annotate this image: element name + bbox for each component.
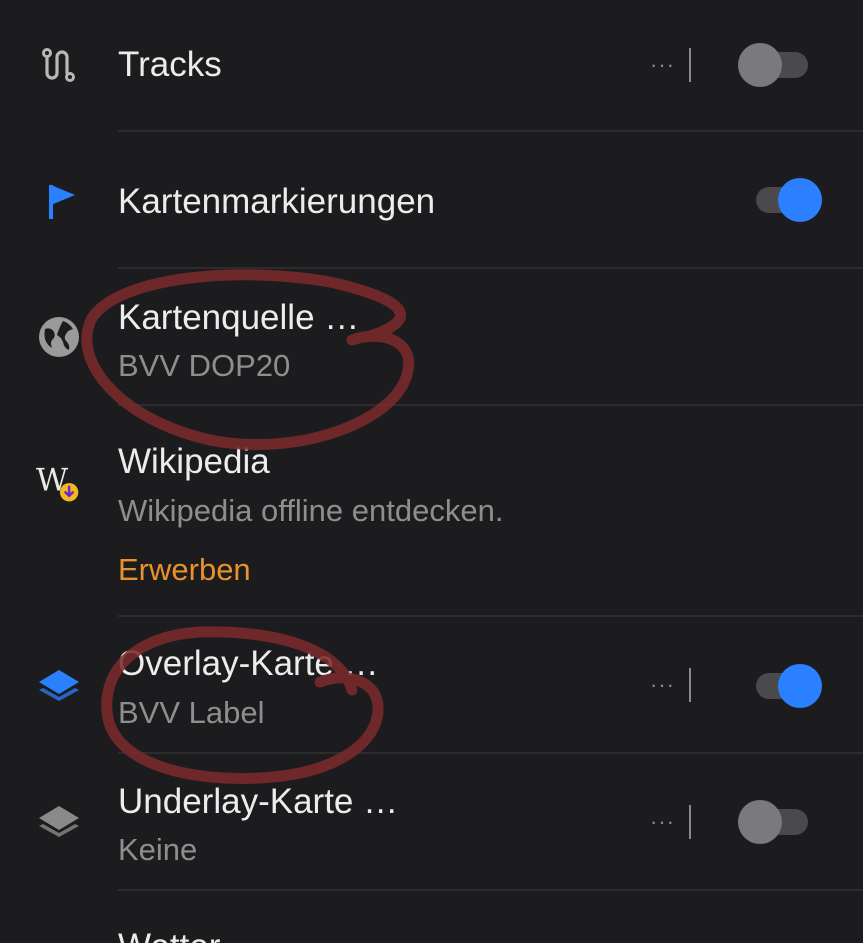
item-title: Tracks <box>118 45 222 84</box>
more-options-button[interactable]: ··· <box>650 802 696 842</box>
list-item-overlay-karte[interactable]: Overlay-Karte … BVV Label ··· <box>0 617 863 753</box>
item-title: Underlay-Karte … <box>118 782 399 821</box>
toggle-knob <box>778 664 822 708</box>
separator <box>688 805 691 839</box>
item-subtitle: Wikipedia offline entdecken. <box>118 493 504 528</box>
item-subtitle: BVV Label <box>118 695 265 730</box>
wikipedia-download-icon: W <box>36 461 82 507</box>
underlay-karte-toggle[interactable] <box>738 800 824 844</box>
more-options-button[interactable]: ··· <box>650 665 696 705</box>
separator <box>688 48 691 82</box>
item-title: Kartenquelle … <box>118 298 360 337</box>
tracks-toggle[interactable] <box>738 43 824 87</box>
item-title: Kartenmarkierungen <box>118 182 436 221</box>
separator <box>688 668 691 702</box>
globe-icon <box>36 314 82 360</box>
list-item-wetter[interactable]: Wetter <box>0 891 863 943</box>
kartenmarkierungen-toggle[interactable] <box>738 178 824 222</box>
item-subtitle: BVV DOP20 <box>118 348 291 383</box>
layers-overlay-icon <box>36 663 82 709</box>
erwerben-button[interactable]: Erwerben <box>118 554 251 585</box>
item-title: Wikipedia <box>118 442 270 481</box>
item-subtitle: Keine <box>118 832 198 867</box>
item-title: Overlay-Karte … <box>118 644 379 683</box>
list-item-kartenquelle[interactable]: Kartenquelle … BVV DOP20 <box>0 269 863 405</box>
item-title: Wetter <box>118 929 220 943</box>
more-options-button[interactable]: ··· <box>650 45 696 85</box>
more-dots-icon: ··· <box>650 672 675 697</box>
list-item-wikipedia[interactable]: W Wikipedia Wikipedia offline entdecken.… <box>0 406 863 616</box>
layers-underlay-icon <box>36 799 82 845</box>
list-item-underlay-karte[interactable]: Underlay-Karte … Keine ··· <box>0 754 863 890</box>
list-item-tracks[interactable]: Tracks ··· <box>0 0 863 132</box>
toggle-knob <box>738 800 782 844</box>
overlay-karte-toggle[interactable] <box>738 664 824 708</box>
toggle-knob <box>738 43 782 87</box>
toggle-knob <box>778 178 822 222</box>
more-dots-icon: ··· <box>650 52 675 77</box>
more-dots-icon: ··· <box>650 809 675 834</box>
list-item-kartenmarkierungen[interactable]: Kartenmarkierungen <box>0 132 863 268</box>
flag-icon <box>36 178 82 224</box>
track-route-icon <box>36 42 82 88</box>
